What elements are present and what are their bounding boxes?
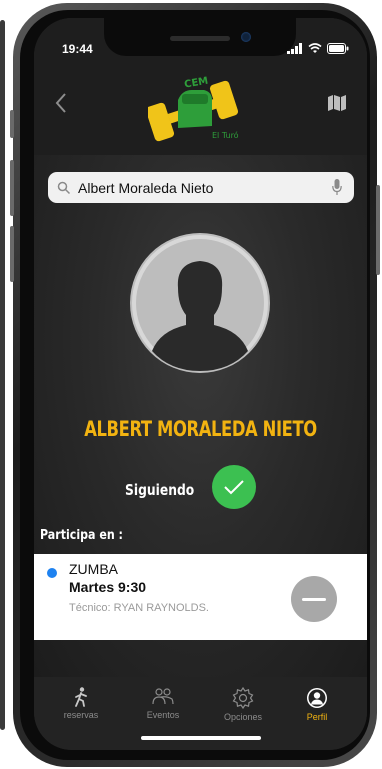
svg-text:El Turó: El Turó — [212, 130, 239, 140]
activity-schedule: Martes 9:30 — [69, 579, 147, 595]
tab-bar: reservas Eventos Opciones Perfil — [34, 677, 367, 750]
tab-eventos-label: Eventos — [146, 710, 180, 720]
battery-icon — [327, 43, 349, 54]
map-icon — [328, 95, 346, 111]
user-silhouette-icon — [132, 235, 268, 371]
svg-text:CEM: CEM — [183, 76, 209, 91]
back-button[interactable] — [54, 92, 68, 121]
wifi-icon — [308, 43, 322, 53]
status-bar: 19:44 — [34, 18, 367, 68]
volume-down-button — [10, 226, 14, 282]
power-button — [376, 185, 380, 275]
search-icon — [57, 181, 71, 194]
activity-card[interactable]: ZUMBA Martes 9:30 Técnico: RYAN RAYNOLDS… — [34, 554, 367, 640]
activity-status-dot — [47, 568, 57, 578]
phone-screen: CEM El Turó 19:44 Albert Moraleda Nieto … — [34, 18, 367, 750]
map-button[interactable] — [327, 94, 347, 117]
tab-perfil-label: Perfil — [306, 712, 328, 722]
group-icon — [152, 688, 174, 705]
adjacent-device-edge — [0, 20, 5, 730]
profile-content: Albert Moraleda Nieto ALBERT MORALEDA NI… — [34, 155, 367, 677]
remove-activity-button[interactable] — [291, 576, 337, 622]
following-toggle-button[interactable] — [212, 465, 256, 509]
checkmark-icon — [224, 480, 244, 495]
gear-icon — [232, 687, 254, 709]
activity-name: ZUMBA — [69, 561, 118, 577]
microphone-icon[interactable] — [332, 179, 342, 196]
tab-eventos[interactable]: Eventos — [128, 687, 198, 720]
profile-name: ALBERT MORALEDA NIETO — [84, 417, 317, 441]
tab-reservas[interactable]: reservas — [46, 687, 116, 720]
mute-switch — [10, 110, 14, 138]
walking-person-icon — [75, 687, 87, 707]
tab-reservas-label: reservas — [63, 710, 99, 720]
participa-heading: Participa en : — [40, 528, 123, 543]
cem-el-turo-logo: CEM El Turó — [145, 70, 240, 142]
signal-icon — [287, 43, 302, 54]
profile-avatar — [130, 233, 270, 373]
status-time: 19:44 — [62, 42, 93, 56]
activity-trainer: Técnico: RYAN RAYNOLDS. — [69, 602, 209, 614]
status-icons — [287, 43, 349, 54]
search-input-value[interactable]: Albert Moraleda Nieto — [78, 180, 213, 196]
user-circle-icon — [307, 688, 327, 708]
tab-opciones[interactable]: Opciones — [208, 687, 278, 722]
volume-up-button — [10, 160, 14, 216]
search-bar[interactable]: Albert Moraleda Nieto — [48, 172, 354, 203]
tab-perfil[interactable]: Perfil — [282, 687, 352, 722]
chevron-left-icon — [55, 93, 66, 113]
following-label: Siguiendo — [125, 481, 195, 499]
minus-icon — [302, 597, 326, 601]
home-indicator[interactable] — [141, 736, 261, 740]
tab-opciones-label: Opciones — [223, 712, 263, 722]
